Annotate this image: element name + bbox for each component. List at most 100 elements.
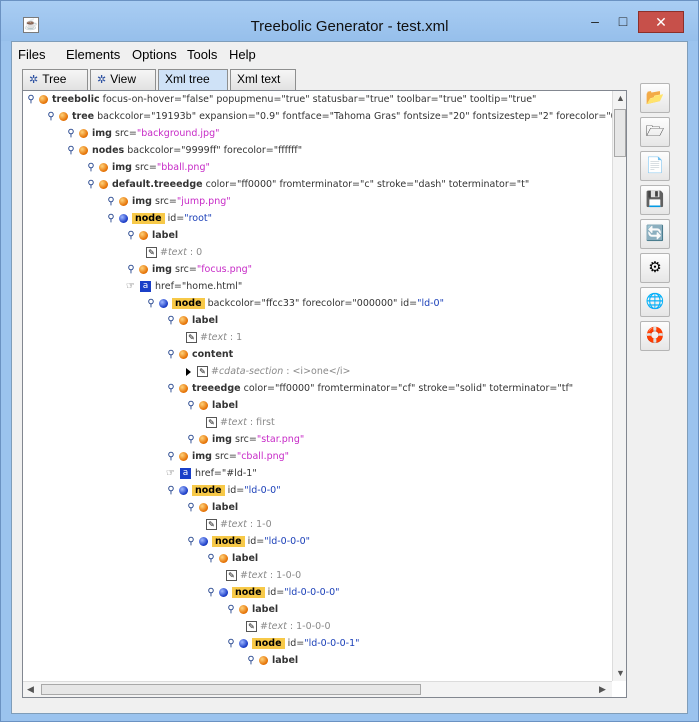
- tree-handle-icon[interactable]: ⚲: [46, 109, 56, 125]
- xml-tree-row[interactable]: ⚲ label: [226, 602, 278, 618]
- element-tag: img: [152, 264, 172, 275]
- tree-handle-icon[interactable]: ⚲: [126, 228, 136, 244]
- tree-handle-icon[interactable]: ⚲: [246, 653, 256, 669]
- attribute-name: forecolor=: [223, 145, 274, 156]
- menu-files[interactable]: Files: [18, 47, 45, 62]
- tree-handle-icon[interactable]: ⚲: [166, 347, 176, 363]
- toolbar-button[interactable]: 🗁: [640, 117, 670, 147]
- xml-tree-row[interactable]: ⚲ treeedge color="ff0000" fromterminator=…: [166, 381, 573, 397]
- xml-tree-row[interactable]: ⚲ treebolic focus-on-hover="false" popupm…: [26, 92, 536, 108]
- tree-handle-icon[interactable]: ⚲: [146, 296, 156, 312]
- scroll-up-icon[interactable]: ▲: [616, 93, 625, 103]
- tree-handle-icon[interactable]: ⚲: [186, 534, 196, 550]
- attribute-value: "ld-0-0-0": [264, 536, 311, 547]
- xml-tree-row[interactable]: ⚲ node id="ld-0-0": [166, 483, 281, 499]
- menu-options[interactable]: Options: [132, 47, 177, 62]
- menu-elements[interactable]: Elements: [66, 47, 120, 62]
- xml-tree-row[interactable]: ✎ #text : 1: [186, 330, 242, 346]
- toolbar-button[interactable]: ⚙: [640, 253, 670, 283]
- toolbar-button[interactable]: 📄: [640, 151, 670, 181]
- tree-handle-icon[interactable]: ⚲: [26, 92, 36, 108]
- close-button[interactable]: ✕: [638, 11, 684, 33]
- menu-help[interactable]: Help: [229, 47, 256, 62]
- xml-tree-row[interactable]: ✎ #text : 1-0: [206, 517, 272, 533]
- tree-handle-icon[interactable]: ⚲: [66, 126, 76, 142]
- xml-tree-row[interactable]: ⚲ img src="focus.png": [126, 262, 252, 278]
- xml-tree[interactable]: ⚲ treebolic focus-on-hover="false" popupm…: [23, 91, 612, 681]
- xml-tree-row[interactable]: ⚲ tree backcolor="19193b" expansion="0.9"…: [46, 109, 612, 125]
- tab-view[interactable]: ✲ View: [90, 69, 156, 90]
- tree-handle-icon[interactable]: ⚲: [186, 500, 196, 516]
- xml-tree-row[interactable]: ✎ #cdata-section : <i>one</i>: [186, 364, 350, 380]
- scroll-down-icon[interactable]: ▼: [616, 668, 625, 678]
- xml-tree-row[interactable]: ⚲ default.treeedge color="ff0000" fromter…: [86, 177, 529, 193]
- xml-tree-row[interactable]: ⚲ label: [186, 500, 238, 516]
- vertical-scrollbar[interactable]: ▲ ▼: [612, 91, 626, 681]
- element-tag: default.treeedge: [112, 179, 203, 190]
- title-bar[interactable]: ☕ Treebolic Generator - test.xml – □ ✕: [1, 1, 698, 41]
- scroll-left-icon[interactable]: ◀: [27, 684, 34, 695]
- attribute-name: tooltip=: [469, 94, 509, 105]
- xml-tree-row[interactable]: ☞ a href="home.html": [126, 279, 242, 295]
- expand-arrow-icon[interactable]: [186, 367, 191, 376]
- attribute-name: statusbar=: [312, 94, 366, 105]
- xml-tree-row[interactable]: ⚲ node id="ld-0-0-0-0": [206, 585, 340, 601]
- tree-handle-icon[interactable]: ⚲: [226, 602, 236, 618]
- tree-handle-icon[interactable]: ⚲: [106, 194, 116, 210]
- xml-tree-row[interactable]: ⚲ label: [126, 228, 178, 244]
- xml-tree-row[interactable]: ✎ #text : 1-0-0: [226, 568, 301, 584]
- menu-tools[interactable]: Tools: [187, 47, 217, 62]
- tab-tree[interactable]: ✲ Tree: [22, 69, 88, 90]
- tree-handle-icon[interactable]: ⚲: [166, 381, 176, 397]
- tab-xml-text[interactable]: Xml text: [230, 69, 296, 90]
- tree-handle-icon[interactable]: ⚲: [86, 160, 96, 176]
- xml-tree-row[interactable]: ⚲ label: [206, 551, 258, 567]
- tree-handle-icon[interactable]: ⚲: [226, 636, 236, 652]
- tab-xml-tree[interactable]: Xml tree: [158, 69, 228, 90]
- xml-tree-row[interactable]: ⚲ node backcolor="ffcc33" forecolor="0000…: [146, 296, 444, 312]
- toolbar-button[interactable]: 📂: [640, 83, 670, 113]
- minimize-button[interactable]: –: [581, 11, 609, 33]
- tree-handle-icon[interactable]: ⚲: [166, 313, 176, 329]
- tree-handle-icon[interactable]: ⚲: [66, 143, 76, 159]
- xml-tree-row[interactable]: ⚲ content: [166, 347, 233, 363]
- vertical-scroll-thumb[interactable]: [614, 109, 626, 157]
- text-node-name: #text: [160, 247, 187, 258]
- tree-handle-icon[interactable]: ⚲: [186, 398, 196, 414]
- toolbar-button[interactable]: 🌐: [640, 287, 670, 317]
- tree-handle-icon[interactable]: ⚲: [166, 449, 176, 465]
- tree-handle-icon[interactable]: ⚲: [106, 211, 116, 227]
- xml-tree-row[interactable]: ⚲ node id="ld-0-0-0": [186, 534, 310, 550]
- tree-handle-icon[interactable]: ⚲: [126, 262, 136, 278]
- xml-tree-row[interactable]: ⚲ img src="background.jpg": [66, 126, 219, 142]
- tree-handle-icon[interactable]: ⚲: [206, 551, 216, 567]
- horizontal-scroll-thumb[interactable]: [41, 684, 421, 695]
- xml-tree-row[interactable]: ⚲ label: [186, 398, 238, 414]
- xml-tree-row[interactable]: ⚲ nodes backcolor="9999ff" forecolor="fff…: [66, 143, 302, 159]
- tree-handle-icon[interactable]: ⚲: [186, 432, 196, 448]
- element-icon: [99, 163, 108, 172]
- xml-tree-row[interactable]: ⚲ label: [166, 313, 218, 329]
- scroll-right-icon[interactable]: ▶: [599, 684, 606, 695]
- xml-tree-row[interactable]: ⚲ img src="bball.png": [86, 160, 210, 176]
- tree-handle-icon[interactable]: ⚲: [166, 483, 176, 499]
- toolbar-button[interactable]: 🔄: [640, 219, 670, 249]
- xml-tree-row[interactable]: ✎ #text : 0: [146, 245, 202, 261]
- xml-tree-row[interactable]: ⚲ node id="ld-0-0-0-1": [226, 636, 360, 652]
- xml-tree-row[interactable]: ⚲ label: [246, 653, 298, 669]
- horizontal-scrollbar[interactable]: ◀ ▶: [23, 681, 612, 697]
- xml-tree-row[interactable]: ☞ a href="#ld-1": [166, 466, 257, 482]
- maximize-button[interactable]: □: [609, 11, 637, 33]
- tree-handle-icon[interactable]: ⚲: [206, 585, 216, 601]
- xml-tree-row[interactable]: ⚲ img src="star.png": [186, 432, 304, 448]
- toolbar-button[interactable]: 💾: [640, 185, 670, 215]
- xml-tree-row[interactable]: ✎ #text : 1-0-0-0: [246, 619, 331, 635]
- toolbar-button[interactable]: 🛟: [640, 321, 670, 351]
- xml-tree-row[interactable]: ⚲ img src="jump.png": [106, 194, 230, 210]
- xml-tree-row[interactable]: ⚲ img src="cball.png": [166, 449, 289, 465]
- text-node-value: : first: [246, 417, 275, 428]
- tree-handle-icon[interactable]: ⚲: [86, 177, 96, 193]
- xml-tree-row[interactable]: ⚲ node id="root": [106, 211, 212, 227]
- element-tag: node: [212, 536, 245, 547]
- xml-tree-row[interactable]: ✎ #text : first: [206, 415, 275, 431]
